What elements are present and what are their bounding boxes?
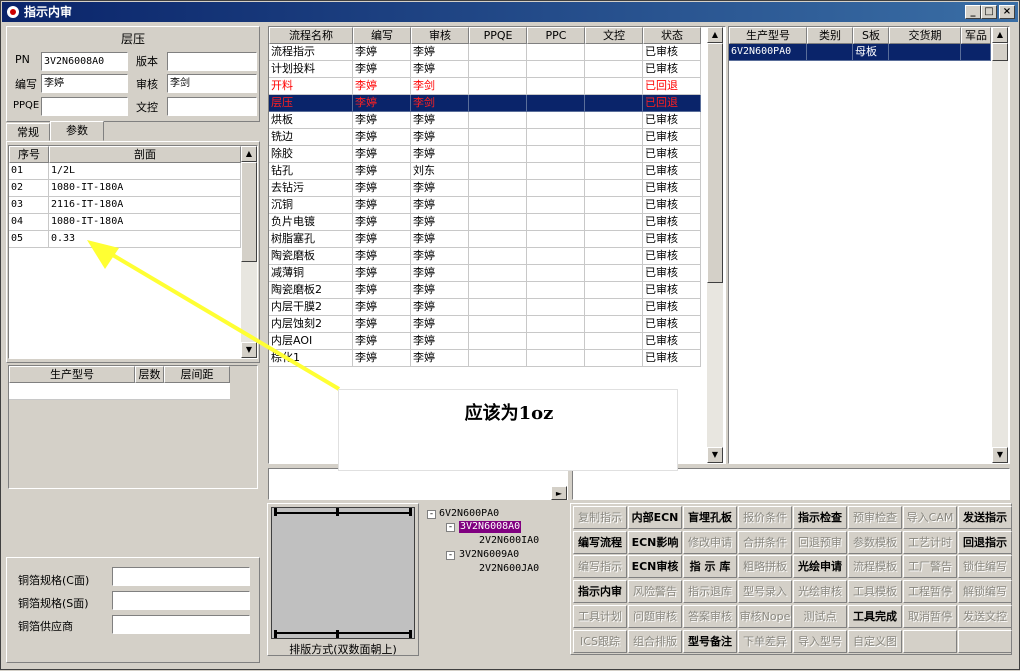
arrow-line [104, 249, 341, 391]
annotation-text: 应该为1oz [464, 403, 554, 424]
annotation-box: 应该为1oz [338, 389, 678, 471]
main-window: 指示内审 _ □ × 层压 PN 3V2N6008A0 版本 编写 李婷 审核 … [0, 0, 1020, 670]
annotation-arrow [87, 240, 341, 391]
arrow-head [87, 240, 119, 269]
